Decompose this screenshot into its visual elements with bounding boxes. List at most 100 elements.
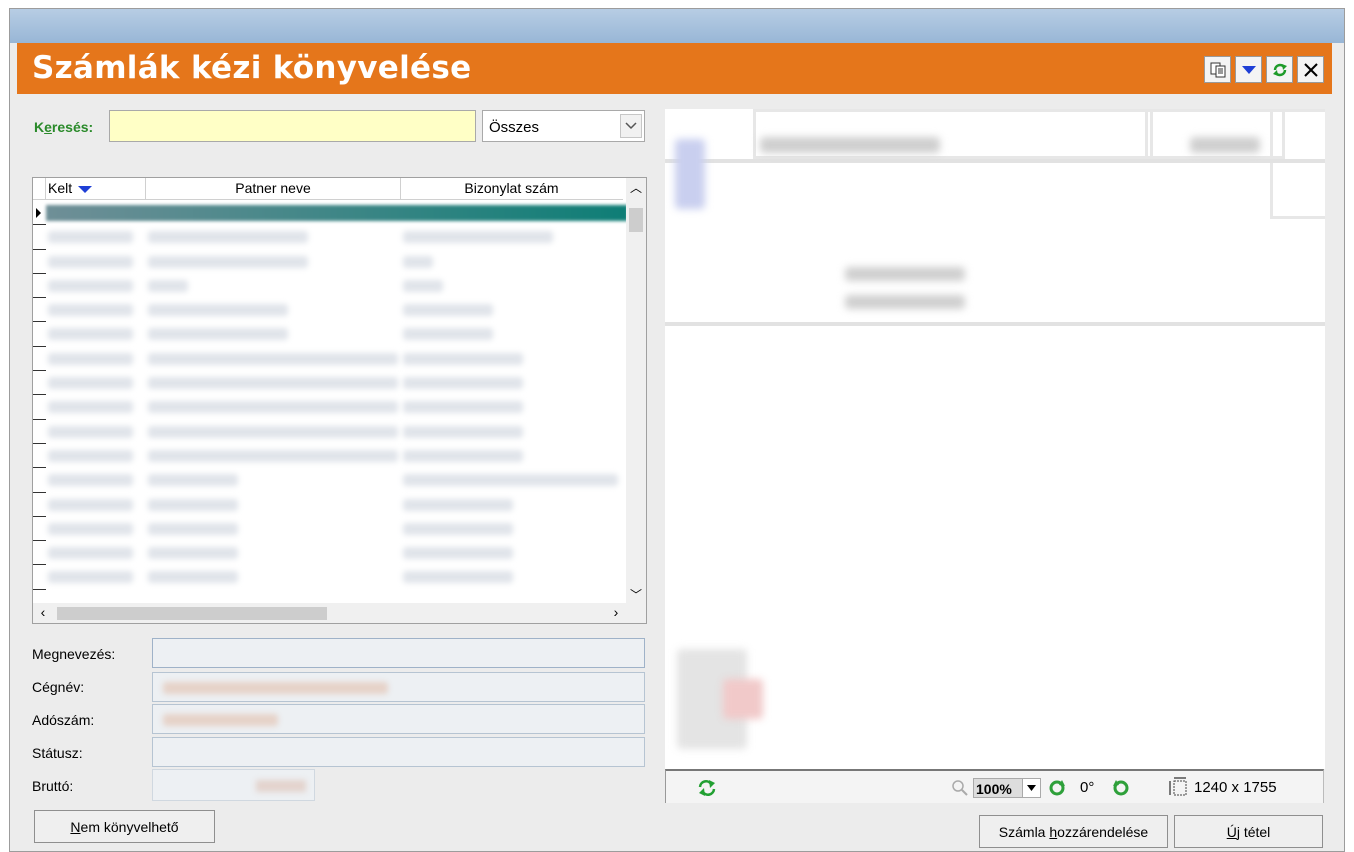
table-row[interactable]	[33, 298, 628, 323]
blurred-cell	[48, 328, 133, 341]
table-row[interactable]	[33, 517, 628, 542]
scroll-up-icon[interactable]: ︿	[626, 178, 646, 198]
zoom-select[interactable]: 100%	[973, 778, 1041, 798]
blurred-cell	[48, 304, 133, 317]
adoszam-field[interactable]	[152, 704, 645, 734]
blurred-cell	[148, 547, 238, 560]
blurred-cell	[48, 522, 133, 535]
uj-tetel-button[interactable]: Új tétel	[1174, 815, 1323, 848]
megnevezes-label: Megnevezés:	[32, 646, 116, 662]
table-row[interactable]	[33, 250, 628, 274]
table-row[interactable]	[33, 322, 628, 347]
blurred-cell	[48, 377, 133, 390]
vertical-scroll-thumb[interactable]	[629, 208, 643, 232]
filter-select[interactable]: Összes	[482, 110, 645, 142]
blurred-cell	[48, 352, 133, 365]
table-row[interactable]	[33, 274, 628, 299]
row-indicator[interactable]	[33, 541, 46, 566]
horizontal-scroll-thumb[interactable]	[57, 607, 327, 620]
row-indicator[interactable]	[33, 250, 46, 274]
row-indicator[interactable]	[33, 468, 46, 493]
blurred-cell	[48, 401, 133, 414]
blurred-cell	[148, 255, 308, 268]
column-header-kelt[interactable]: Kelt	[46, 178, 146, 199]
blurred-cell	[48, 474, 133, 487]
row-indicator[interactable]	[33, 395, 46, 420]
table-row[interactable]	[33, 468, 628, 493]
viewer-toolbar: 100% 0° 1240 x 1755	[665, 769, 1324, 803]
row-indicator[interactable]	[33, 517, 46, 542]
window-title: Számlák kézi könyvelése	[32, 50, 472, 86]
row-indicator[interactable]	[33, 322, 46, 347]
current-row-pointer-icon	[36, 208, 41, 218]
title-bar: Számlák kézi könyvelése	[17, 43, 1332, 94]
row-indicator[interactable]	[33, 493, 46, 517]
row-indicator[interactable]	[33, 225, 46, 250]
window-top-strip	[10, 9, 1344, 43]
scroll-down-icon[interactable]: ﹀	[626, 585, 646, 605]
scroll-left-icon[interactable]: ‹	[33, 603, 53, 623]
refresh-button[interactable]	[1266, 56, 1293, 83]
table-row[interactable]	[33, 493, 628, 517]
row-indicator[interactable]	[33, 274, 46, 299]
zoom-value: 100%	[976, 781, 1012, 797]
statusz-label: Státusz:	[32, 745, 83, 761]
blurred-cell	[48, 255, 133, 268]
table-row[interactable]	[33, 371, 628, 396]
grid-header: Kelt Patner neve Bizonylat szám	[33, 178, 623, 200]
blurred-cell	[403, 571, 513, 584]
table-row[interactable]	[33, 444, 628, 469]
document-preview[interactable]	[665, 109, 1325, 769]
rotate-right-icon[interactable]	[1112, 779, 1130, 797]
blurred-cell	[403, 328, 493, 341]
table-row[interactable]	[33, 565, 628, 590]
statusz-field[interactable]	[152, 737, 645, 767]
table-row[interactable]	[33, 395, 628, 420]
blurred-cell	[403, 231, 553, 244]
triangle-down-icon	[1241, 65, 1256, 74]
column-header-partner[interactable]: Patner neve	[146, 178, 401, 199]
vertical-scrollbar[interactable]: ︿ ﹀	[626, 178, 646, 605]
column-header-bizonylat[interactable]: Bizonylat szám	[401, 178, 622, 199]
row-indicator[interactable]	[33, 347, 46, 372]
megnevezes-field[interactable]	[152, 638, 645, 668]
szamla-hozzarendelese-button[interactable]: Számla h ozzárendelése	[979, 815, 1168, 848]
blurred-cell	[403, 474, 618, 487]
sort-desc-icon	[78, 185, 93, 193]
brutto-field[interactable]	[152, 769, 315, 801]
table-row[interactable]	[33, 347, 628, 372]
triangle-down-icon[interactable]	[1022, 779, 1040, 797]
row-indicator[interactable]	[33, 565, 46, 590]
refresh-icon[interactable]	[696, 778, 718, 798]
blurred-cell	[48, 547, 133, 560]
filter-selected-value: Összes	[489, 119, 540, 136]
rotation-value: 0°	[1080, 779, 1095, 796]
invoice-grid[interactable]: Kelt Patner neve Bizonylat szám ︿ ﹀ ‹ ›	[32, 177, 647, 624]
blurred-cell	[48, 279, 133, 292]
horizontal-scrollbar[interactable]: ‹ ›	[33, 603, 646, 623]
row-indicator[interactable]	[33, 371, 46, 396]
table-row[interactable]	[33, 420, 628, 444]
table-row[interactable]	[33, 225, 628, 250]
blurred-cell	[403, 304, 493, 317]
row-indicator[interactable]	[33, 420, 46, 444]
table-row[interactable]	[33, 201, 628, 226]
chevron-down-icon	[625, 122, 637, 130]
dropdown-button[interactable]	[1235, 56, 1262, 83]
row-indicator[interactable]	[33, 298, 46, 323]
blurred-cell	[148, 571, 238, 584]
rotate-left-icon[interactable]	[1048, 779, 1066, 797]
filter-dropdown-button[interactable]	[620, 114, 642, 138]
table-row[interactable]	[33, 541, 628, 566]
zoom-icon[interactable]	[951, 779, 969, 797]
search-input[interactable]	[109, 110, 476, 142]
close-button[interactable]	[1297, 56, 1324, 83]
page-dimensions: 1240 x 1755	[1194, 779, 1277, 796]
row-indicator[interactable]	[33, 444, 46, 469]
scroll-right-icon[interactable]: ›	[606, 603, 626, 623]
copy-button[interactable]	[1204, 56, 1231, 83]
cegnev-field[interactable]	[152, 672, 645, 702]
search-label: Keresés:	[34, 119, 94, 135]
brutto-label: Bruttó:	[32, 778, 74, 794]
nem-konyvelheto-button[interactable]: Nem könyvelhető	[34, 810, 215, 843]
